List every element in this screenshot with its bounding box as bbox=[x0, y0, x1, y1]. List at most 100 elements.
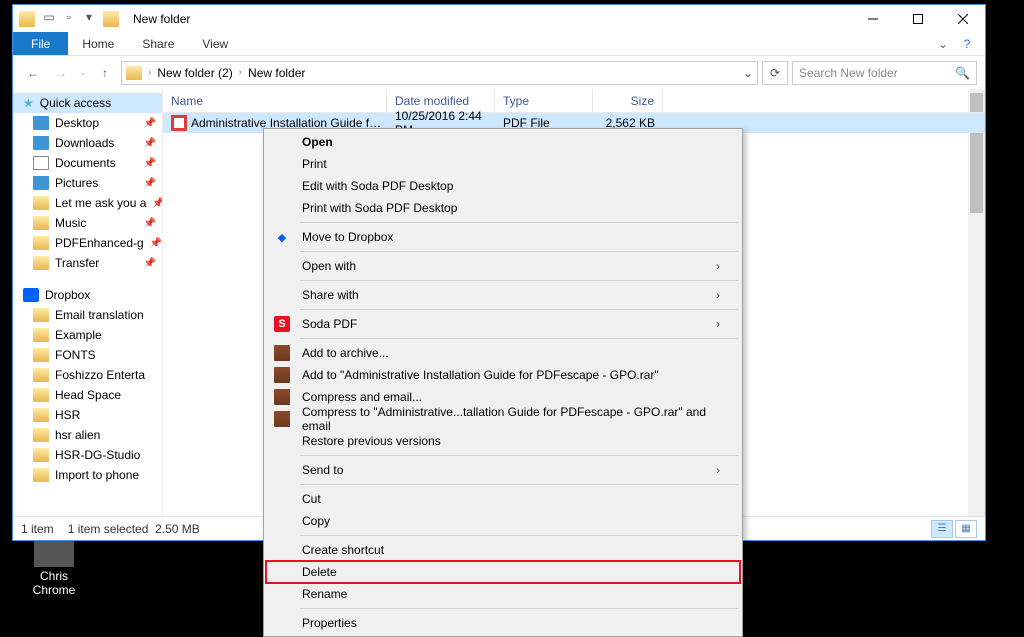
sidebar-dropbox[interactable]: Dropbox bbox=[13, 285, 162, 305]
sidebar-item[interactable]: Head Space bbox=[13, 385, 162, 405]
menu-rename[interactable]: Rename bbox=[266, 583, 740, 605]
ribbon-file[interactable]: File bbox=[13, 32, 68, 55]
minimize-button[interactable] bbox=[850, 5, 895, 32]
chevron-right-icon: › bbox=[716, 288, 720, 302]
pin-icon: 📌 bbox=[144, 138, 156, 149]
maximize-button[interactable] bbox=[895, 5, 940, 32]
sidebar-item[interactable]: PDFEnhanced-g📌 bbox=[13, 233, 162, 253]
ribbon-expand-icon[interactable]: ⌄ bbox=[931, 32, 955, 55]
folder-icon bbox=[33, 408, 49, 422]
sidebar-item[interactable]: Music📌 bbox=[13, 213, 162, 233]
menu-add-archive[interactable]: Add to archive... bbox=[266, 342, 740, 364]
ribbon-view[interactable]: View bbox=[188, 32, 242, 55]
folder-icon bbox=[33, 308, 49, 322]
sidebar-item[interactable]: Transfer📌 bbox=[13, 253, 162, 273]
sidebar-item[interactable]: HSR-DG-Studio bbox=[13, 445, 162, 465]
search-icon: 🔍 bbox=[955, 66, 970, 80]
chevron-right-icon: › bbox=[716, 259, 720, 273]
chevron-right-icon[interactable]: › bbox=[148, 67, 151, 78]
menu-restore[interactable]: Restore previous versions bbox=[266, 430, 740, 452]
menu-delete[interactable]: Delete bbox=[266, 561, 740, 583]
column-headers[interactable]: Name Date modified Type Size bbox=[163, 89, 985, 113]
breadcrumb[interactable]: › New folder (2) › New folder ⌄ bbox=[121, 61, 758, 85]
menu-edit-soda[interactable]: Edit with Soda PDF Desktop bbox=[266, 175, 740, 197]
sidebar-item[interactable]: Documents📌 bbox=[13, 153, 162, 173]
view-details-button[interactable]: ☰ bbox=[931, 520, 953, 538]
folder-icon bbox=[33, 368, 49, 382]
window-controls bbox=[850, 5, 985, 32]
menu-send-to[interactable]: Send to› bbox=[266, 459, 740, 481]
col-name[interactable]: Name bbox=[163, 89, 387, 112]
pin-icon: 📌 bbox=[144, 218, 156, 229]
breadcrumb-segment[interactable]: New folder bbox=[248, 66, 305, 80]
shortcut-label: Chris bbox=[24, 569, 84, 583]
qat-dropdown-icon[interactable]: ▾ bbox=[83, 11, 95, 23]
close-button[interactable] bbox=[940, 5, 985, 32]
sidebar-item[interactable]: Example bbox=[13, 325, 162, 345]
shortcut-icon bbox=[34, 541, 74, 567]
sidebar-item[interactable]: hsr alien bbox=[13, 425, 162, 445]
menu-cut[interactable]: Cut bbox=[266, 488, 740, 510]
search-placeholder: Search New folder bbox=[799, 66, 898, 80]
help-icon[interactable]: ? bbox=[955, 32, 979, 55]
nav-back-icon[interactable]: ← bbox=[21, 61, 45, 85]
nav-recent-icon[interactable]: ⌄ bbox=[77, 61, 89, 85]
menu-add-rar[interactable]: Add to "Administrative Installation Guid… bbox=[266, 364, 740, 386]
folder-icon bbox=[33, 196, 49, 210]
nav-up-icon[interactable]: ↑ bbox=[93, 61, 117, 85]
ribbon: File Home Share View ⌄ ? bbox=[13, 32, 985, 56]
search-input[interactable]: Search New folder 🔍 bbox=[792, 61, 977, 85]
folder-icon bbox=[33, 448, 49, 462]
menu-print-soda[interactable]: Print with Soda PDF Desktop bbox=[266, 197, 740, 219]
dropbox-icon: ◆ bbox=[274, 229, 290, 245]
title-bar[interactable]: ▭ ▫ ▾ New folder bbox=[13, 5, 985, 32]
sidebar-item[interactable]: Email translation bbox=[13, 305, 162, 325]
chevron-right-icon[interactable]: › bbox=[239, 67, 242, 78]
menu-soda-pdf[interactable]: SSoda PDF› bbox=[266, 313, 740, 335]
address-bar: ← → ⌄ ↑ › New folder (2) › New folder ⌄ … bbox=[13, 56, 985, 89]
winrar-icon bbox=[274, 389, 290, 405]
window-title: New folder bbox=[133, 12, 190, 26]
chevron-down-icon[interactable]: ⌄ bbox=[743, 66, 753, 80]
menu-properties[interactable]: Properties bbox=[266, 612, 740, 634]
sidebar-item[interactable]: FONTS bbox=[13, 345, 162, 365]
sidebar-item[interactable]: Foshizzo Enterta bbox=[13, 365, 162, 385]
folder-icon bbox=[33, 116, 49, 130]
qat-new-icon[interactable]: ▫ bbox=[63, 11, 75, 23]
ribbon-share[interactable]: Share bbox=[128, 32, 188, 55]
folder-icon bbox=[33, 236, 49, 250]
menu-copy[interactable]: Copy bbox=[266, 510, 740, 532]
col-size[interactable]: Size bbox=[593, 89, 663, 112]
sidebar-item[interactable]: Let me ask you a📌 bbox=[13, 193, 162, 213]
ribbon-home[interactable]: Home bbox=[68, 32, 128, 55]
pin-icon: 📌 bbox=[144, 118, 156, 129]
sidebar-item[interactable]: Downloads📌 bbox=[13, 133, 162, 153]
sidebar-item[interactable]: Import to phone bbox=[13, 465, 162, 485]
sidebar-item[interactable]: Desktop📌 bbox=[13, 113, 162, 133]
folder-icon bbox=[33, 428, 49, 442]
folder-icon bbox=[33, 176, 49, 190]
menu-print[interactable]: Print bbox=[266, 153, 740, 175]
qat-properties-icon[interactable]: ▭ bbox=[43, 11, 55, 23]
status-selected: 1 item selected 2.50 MB bbox=[68, 522, 200, 536]
context-menu: Open Print Edit with Soda PDF Desktop Pr… bbox=[263, 128, 743, 637]
pin-icon: 📌 bbox=[144, 178, 156, 189]
view-large-button[interactable]: ▦ bbox=[955, 520, 977, 538]
menu-open-with[interactable]: Open with› bbox=[266, 255, 740, 277]
nav-pane[interactable]: ★ Quick access Desktop📌Downloads📌Documen… bbox=[13, 89, 163, 516]
folder-icon bbox=[33, 256, 49, 270]
col-type[interactable]: Type bbox=[495, 89, 593, 112]
menu-dropbox[interactable]: ◆Move to Dropbox bbox=[266, 226, 740, 248]
sidebar-quick-access[interactable]: ★ Quick access bbox=[13, 93, 162, 113]
folder-icon bbox=[33, 136, 49, 150]
menu-create-shortcut[interactable]: Create shortcut bbox=[266, 539, 740, 561]
sidebar-item[interactable]: Pictures📌 bbox=[13, 173, 162, 193]
menu-open[interactable]: Open bbox=[266, 131, 740, 153]
sidebar-item[interactable]: HSR bbox=[13, 405, 162, 425]
chevron-right-icon: › bbox=[716, 463, 720, 477]
menu-share-with[interactable]: Share with› bbox=[266, 284, 740, 306]
breadcrumb-segment[interactable]: New folder (2) bbox=[157, 66, 232, 80]
refresh-button[interactable]: ⟳ bbox=[762, 61, 788, 85]
desktop-shortcut[interactable]: Chris Chrome bbox=[24, 541, 84, 597]
menu-compress-rar[interactable]: Compress to "Administrative...tallation … bbox=[266, 408, 740, 430]
